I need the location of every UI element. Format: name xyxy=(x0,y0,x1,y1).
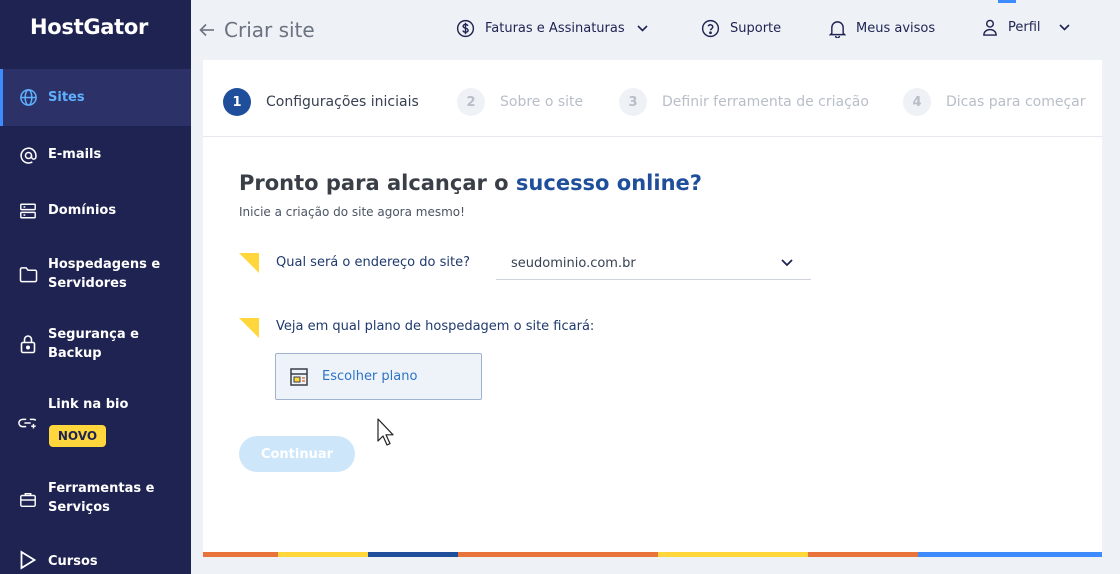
play-icon xyxy=(18,550,38,570)
sidebar-item-label: Domínios xyxy=(48,203,117,218)
sidebar-item-label: Segurança e Backup xyxy=(48,327,139,361)
step-4: 4 Dicas para começar xyxy=(903,88,1086,116)
hostgator-logo[interactable]: HostGator xyxy=(30,15,148,39)
chevron-down-icon xyxy=(1058,24,1070,31)
notices-menu[interactable]: Meus avisos xyxy=(829,19,935,38)
page-title: Criar site xyxy=(224,18,315,42)
hosting-plan-icon xyxy=(290,368,308,386)
sidebar: HostGator Sites E-mails Domínios Hospeda… xyxy=(0,0,191,574)
domain-select[interactable]: seudominio.com.br xyxy=(496,250,811,280)
step-1: 1 Configurações iniciais xyxy=(223,88,419,116)
sidebar-item-domains[interactable]: Domínios xyxy=(0,186,191,236)
folder-icon xyxy=(18,264,38,284)
sidebar-item-label: Hospedagens e Servidores xyxy=(48,257,161,291)
choose-plan-label: Escolher plano xyxy=(322,369,418,384)
server-icon xyxy=(18,201,38,221)
step-number: 1 xyxy=(223,88,251,116)
user-icon xyxy=(983,19,997,36)
page-subheading: Inicie a criação do site agora mesmo! xyxy=(239,205,465,219)
domain-question: Qual será o endereço do site? xyxy=(276,255,470,270)
create-site-card: 1 Configurações iniciais 2 Sobre o site … xyxy=(203,60,1102,557)
sidebar-item-label: E-mails xyxy=(48,147,102,162)
arrow-left-icon[interactable] xyxy=(199,20,215,42)
help-circle-icon xyxy=(701,19,720,38)
bell-icon xyxy=(829,21,846,38)
tools-icon xyxy=(18,490,38,510)
domain-value: seudominio.com.br xyxy=(511,256,636,271)
sidebar-item-label: Link na bio xyxy=(48,397,129,412)
billing-label: Faturas e Assinaturas xyxy=(485,21,625,36)
step-label: Dicas para começar xyxy=(946,94,1086,110)
step-number: 3 xyxy=(619,88,647,116)
sidebar-item-label: Ferramentas e Serviços xyxy=(48,481,155,515)
mouse-cursor-icon xyxy=(377,418,394,446)
choose-plan-button[interactable]: Escolher plano xyxy=(275,353,482,400)
dollar-circle-icon xyxy=(456,19,475,38)
billing-menu[interactable]: Faturas e Assinaturas xyxy=(456,19,648,38)
yellow-flag-icon xyxy=(239,318,259,338)
page-heading: Pronto para alcançar o sucesso online? xyxy=(239,171,702,195)
chevron-down-icon xyxy=(781,259,793,267)
sidebar-item-sites[interactable]: Sites xyxy=(0,69,191,126)
heading-highlight: sucesso online? xyxy=(515,171,702,195)
step-label: Sobre o site xyxy=(500,94,584,110)
yellow-flag-icon xyxy=(239,253,259,273)
sidebar-item-label: Cursos xyxy=(48,554,98,569)
sidebar-item-courses[interactable]: Cursos xyxy=(0,545,191,574)
continue-button[interactable]: Continuar xyxy=(239,436,355,472)
globe-icon xyxy=(18,88,38,108)
new-badge: NOVO xyxy=(49,425,106,447)
step-label: Definir ferramenta de criação xyxy=(662,94,869,110)
step-label: Configurações iniciais xyxy=(266,94,419,110)
profile-label: Perfil xyxy=(1008,20,1041,35)
step-3: 3 Definir ferramenta de criação xyxy=(619,88,869,116)
link-icon xyxy=(18,413,38,433)
support-label: Suporte xyxy=(730,21,782,36)
sidebar-item-security[interactable]: Segurança e Backup xyxy=(0,318,191,374)
step-2: 2 Sobre o site xyxy=(457,88,583,116)
lock-icon xyxy=(18,334,38,354)
at-icon xyxy=(18,145,38,165)
support-menu[interactable]: Suporte xyxy=(701,19,781,38)
stepper: 1 Configurações iniciais 2 Sobre o site … xyxy=(203,60,1102,137)
step-number: 4 xyxy=(903,88,931,116)
heading-text: Pronto para alcançar o xyxy=(239,171,516,195)
sidebar-item-tools[interactable]: Ferramentas e Serviços xyxy=(0,472,191,528)
brand-stripe xyxy=(203,552,1102,557)
sidebar-item-emails[interactable]: E-mails xyxy=(0,130,191,180)
plan-question: Veja em qual plano de hospedagem o site … xyxy=(276,319,595,334)
sidebar-item-label: Sites xyxy=(48,90,85,105)
profile-menu[interactable]: Perfil xyxy=(982,19,1070,36)
step-number: 2 xyxy=(457,88,485,116)
notices-label: Meus avisos xyxy=(856,21,936,36)
top-bar xyxy=(191,0,1120,60)
top-accent-line xyxy=(998,0,1016,3)
chevron-down-icon xyxy=(637,25,648,32)
sidebar-item-hosting[interactable]: Hospedagens e Servidores xyxy=(0,248,191,304)
